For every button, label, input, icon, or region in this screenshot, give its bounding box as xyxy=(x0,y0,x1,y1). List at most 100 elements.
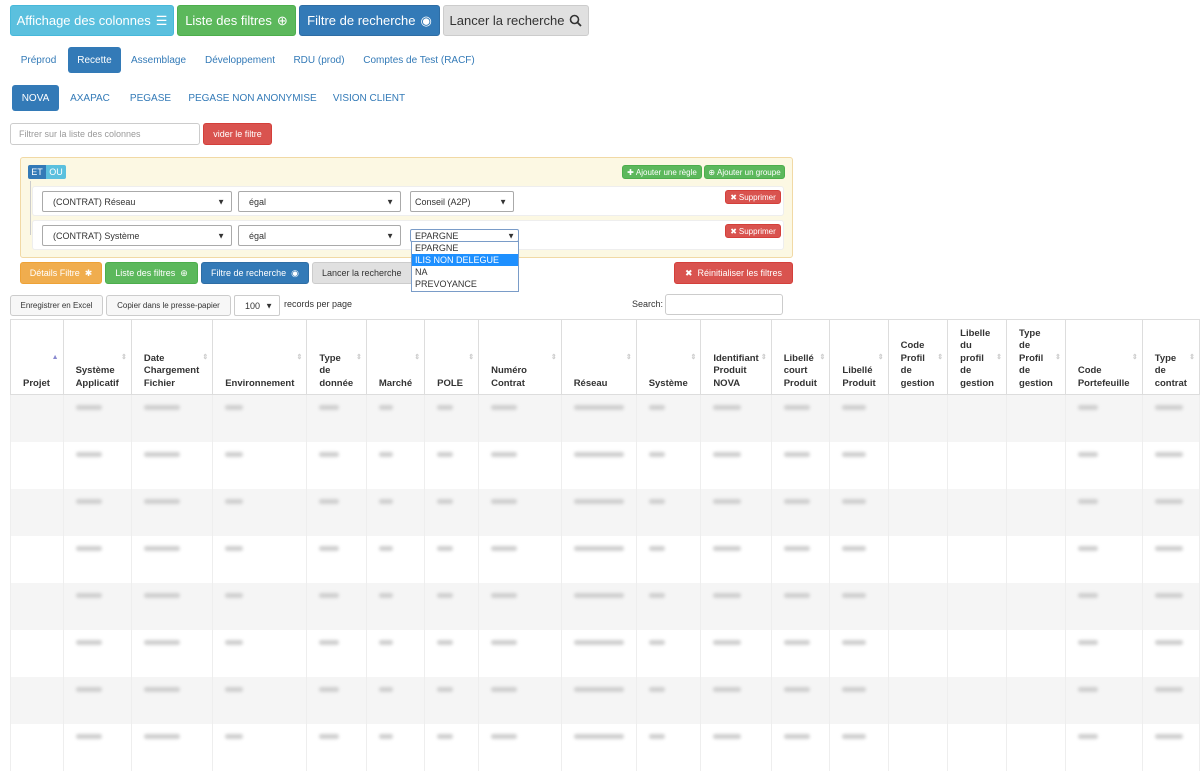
redacted-value xyxy=(437,686,454,692)
redacted-value xyxy=(225,733,244,739)
tab-nova[interactable]: NOVA xyxy=(12,85,59,111)
tab-assemblage[interactable]: Assemblage xyxy=(125,47,192,73)
clear-filter-button[interactable]: vider le filtre xyxy=(203,123,272,145)
redacted-value xyxy=(648,545,665,551)
eye-icon: ◉ xyxy=(291,267,299,278)
column-header-environnement[interactable]: Environnement ⇕ xyxy=(212,319,308,395)
table-cell xyxy=(62,535,132,583)
rule-operator-select[interactable]: égal ▼ xyxy=(238,191,401,212)
column-header-projet[interactable]: Projet ▲ xyxy=(10,319,64,395)
redacted-value xyxy=(378,592,393,598)
table-cell xyxy=(10,582,64,630)
table-cell xyxy=(887,488,949,536)
tab-pegase[interactable]: PEGASE xyxy=(121,85,180,111)
filter-details-button[interactable]: Détails Filtre ✱ xyxy=(20,262,102,284)
search-filter-button-secondary[interactable]: Filtre de recherche ◉ xyxy=(201,262,309,284)
filters-list-button[interactable]: Liste des filtres ⊕ xyxy=(177,5,296,36)
results-table: Projet ▲ Système Applicatif ⇕ Date Chargemen… xyxy=(10,319,1200,771)
column-header-libelle-produit[interactable]: Libellé Produit ⇕ xyxy=(829,319,889,395)
table-cell xyxy=(1064,441,1143,489)
tab-preprod[interactable]: Préprod xyxy=(12,47,65,73)
tab-recette[interactable]: Recette xyxy=(68,47,121,73)
column-header-libelle-du-profil-de-gestion[interactable]: Libelle du profil de gestion ⇕ xyxy=(947,319,1008,395)
rule-field-select[interactable]: (CONTRAT) Réseau ▼ xyxy=(42,191,232,212)
redacted-value xyxy=(378,498,393,504)
add-rule-button[interactable]: ✚ Ajouter une règle xyxy=(622,165,702,179)
dropdown-option-na[interactable]: NA xyxy=(412,266,518,278)
table-cell xyxy=(306,441,367,489)
table-row[interactable] xyxy=(10,441,1200,489)
column-header-type-de-profil-de-gestion[interactable]: Type de Profil de gestion ⇕ xyxy=(1006,319,1066,395)
column-header-date-chargement-fichier[interactable]: Date Chargement Fichier ⇕ xyxy=(130,319,214,395)
redacted-value xyxy=(1077,451,1098,457)
table-row[interactable] xyxy=(10,488,1200,536)
column-header-libelle-court-produit[interactable]: Libellé court Produit ⇕ xyxy=(770,319,831,395)
delete-rule-button[interactable]: ✖ Supprimer xyxy=(725,190,781,204)
table-cell xyxy=(700,676,772,724)
tab-axapac[interactable]: AXAPAC xyxy=(62,85,118,111)
column-header-reseau[interactable]: Réseau ⇕ xyxy=(560,319,637,395)
redacted-value xyxy=(437,639,454,645)
table-row[interactable] xyxy=(10,394,1200,442)
column-header-code-profil-de-gestion[interactable]: Code Profil de gestion ⇕ xyxy=(887,319,949,395)
dropdown-option-epargne[interactable]: EPARGNE xyxy=(412,242,518,254)
reset-filters-button[interactable]: ✖ Réinitialiser les filtres xyxy=(674,262,793,284)
filters-list-button-secondary[interactable]: Liste des filtres ⊕ xyxy=(105,262,198,284)
table-row[interactable] xyxy=(10,723,1200,771)
table-cell xyxy=(1141,629,1200,677)
table-cell xyxy=(306,582,367,630)
column-header-label: Libellé Produit xyxy=(842,365,876,389)
launch-search-button[interactable]: Lancer la recherche xyxy=(443,5,589,36)
table-cell xyxy=(130,629,214,677)
table-cell xyxy=(635,629,702,677)
table-search-input[interactable] xyxy=(665,294,783,315)
column-header-type-de-donnee[interactable]: Type de donnée ⇕ xyxy=(306,319,367,395)
column-header-label: Identifiant Produit NOVA xyxy=(713,352,759,389)
column-header-marche[interactable]: Marché ⇕ xyxy=(365,319,426,395)
table-row[interactable] xyxy=(10,629,1200,677)
table-cell xyxy=(365,488,426,536)
table-cell xyxy=(829,394,889,442)
page-size-select[interactable]: 100 ▼ xyxy=(234,295,280,316)
column-header-type-de-contrat[interactable]: Type de contrat ⇕ xyxy=(1141,319,1200,395)
and-toggle[interactable]: ET xyxy=(28,165,46,179)
rule-value-select[interactable]: Conseil (A2P) ▼ xyxy=(410,191,514,212)
redacted-value xyxy=(225,498,244,504)
tab-comptes-de-test-racf[interactable]: Comptes de Test (RACF) xyxy=(356,47,482,73)
table-cell xyxy=(130,488,214,536)
tab-pegase-non-anonymise[interactable]: PEGASE NON ANONYMISE xyxy=(183,85,322,111)
launch-search-button-secondary[interactable]: Lancer la recherche xyxy=(312,262,417,284)
table-row[interactable] xyxy=(10,582,1200,630)
sort-icon: ⇕ xyxy=(690,354,697,361)
tab-vision-client[interactable]: VISION CLIENT xyxy=(325,85,413,111)
copy-clipboard-button[interactable]: Copier dans le presse-papier xyxy=(106,295,231,316)
rule-operator-select[interactable]: égal ▼ xyxy=(238,225,401,246)
table-cell xyxy=(829,723,889,771)
or-toggle[interactable]: OU xyxy=(46,165,66,179)
table-cell xyxy=(560,488,637,536)
dropdown-option-prevoyance[interactable]: PREVOYANCE xyxy=(412,278,518,290)
column-header-pole[interactable]: POLE ⇕ xyxy=(424,319,480,395)
table-cell xyxy=(560,535,637,583)
column-header-label: Date Chargement Fichier xyxy=(143,352,200,389)
delete-rule-button[interactable]: ✖ Supprimer xyxy=(725,224,781,238)
columns-display-button[interactable]: Affichage des colonnes ☰ xyxy=(10,5,174,36)
table-row[interactable] xyxy=(10,535,1200,583)
column-filter-input[interactable]: Filtrer sur la liste des colonnes xyxy=(10,123,200,145)
column-header-numero-contrat[interactable]: Numéro Contrat ⇕ xyxy=(478,319,562,395)
column-header-identifiant-produit-nova[interactable]: Identifiant Produit NOVA ⇕ xyxy=(700,319,772,395)
tab-developpement[interactable]: Développement xyxy=(196,47,284,73)
search-filter-button[interactable]: Filtre de recherche ◉ xyxy=(299,5,440,36)
export-excel-button[interactable]: Enregistrer en Excel xyxy=(10,295,103,316)
rule-field-select[interactable]: (CONTRAT) Système ▼ xyxy=(42,225,232,246)
column-header-systeme[interactable]: Système ⇕ xyxy=(635,319,702,395)
add-group-button[interactable]: ⊕ Ajouter un groupe xyxy=(704,165,785,179)
tab-rdu-prod[interactable]: RDU (prod) xyxy=(285,47,353,73)
dropdown-option-ilis-non-delegue[interactable]: ILIS NON DELEGUE xyxy=(412,254,518,266)
table-cell xyxy=(306,394,367,442)
column-header-code-portefeuille[interactable]: Code Portefeuille ⇕ xyxy=(1064,319,1143,395)
redacted-value xyxy=(648,405,665,410)
table-row[interactable] xyxy=(10,676,1200,724)
redacted-value xyxy=(143,545,180,551)
column-header-systeme-applicatif[interactable]: Système Applicatif ⇕ xyxy=(62,319,132,395)
